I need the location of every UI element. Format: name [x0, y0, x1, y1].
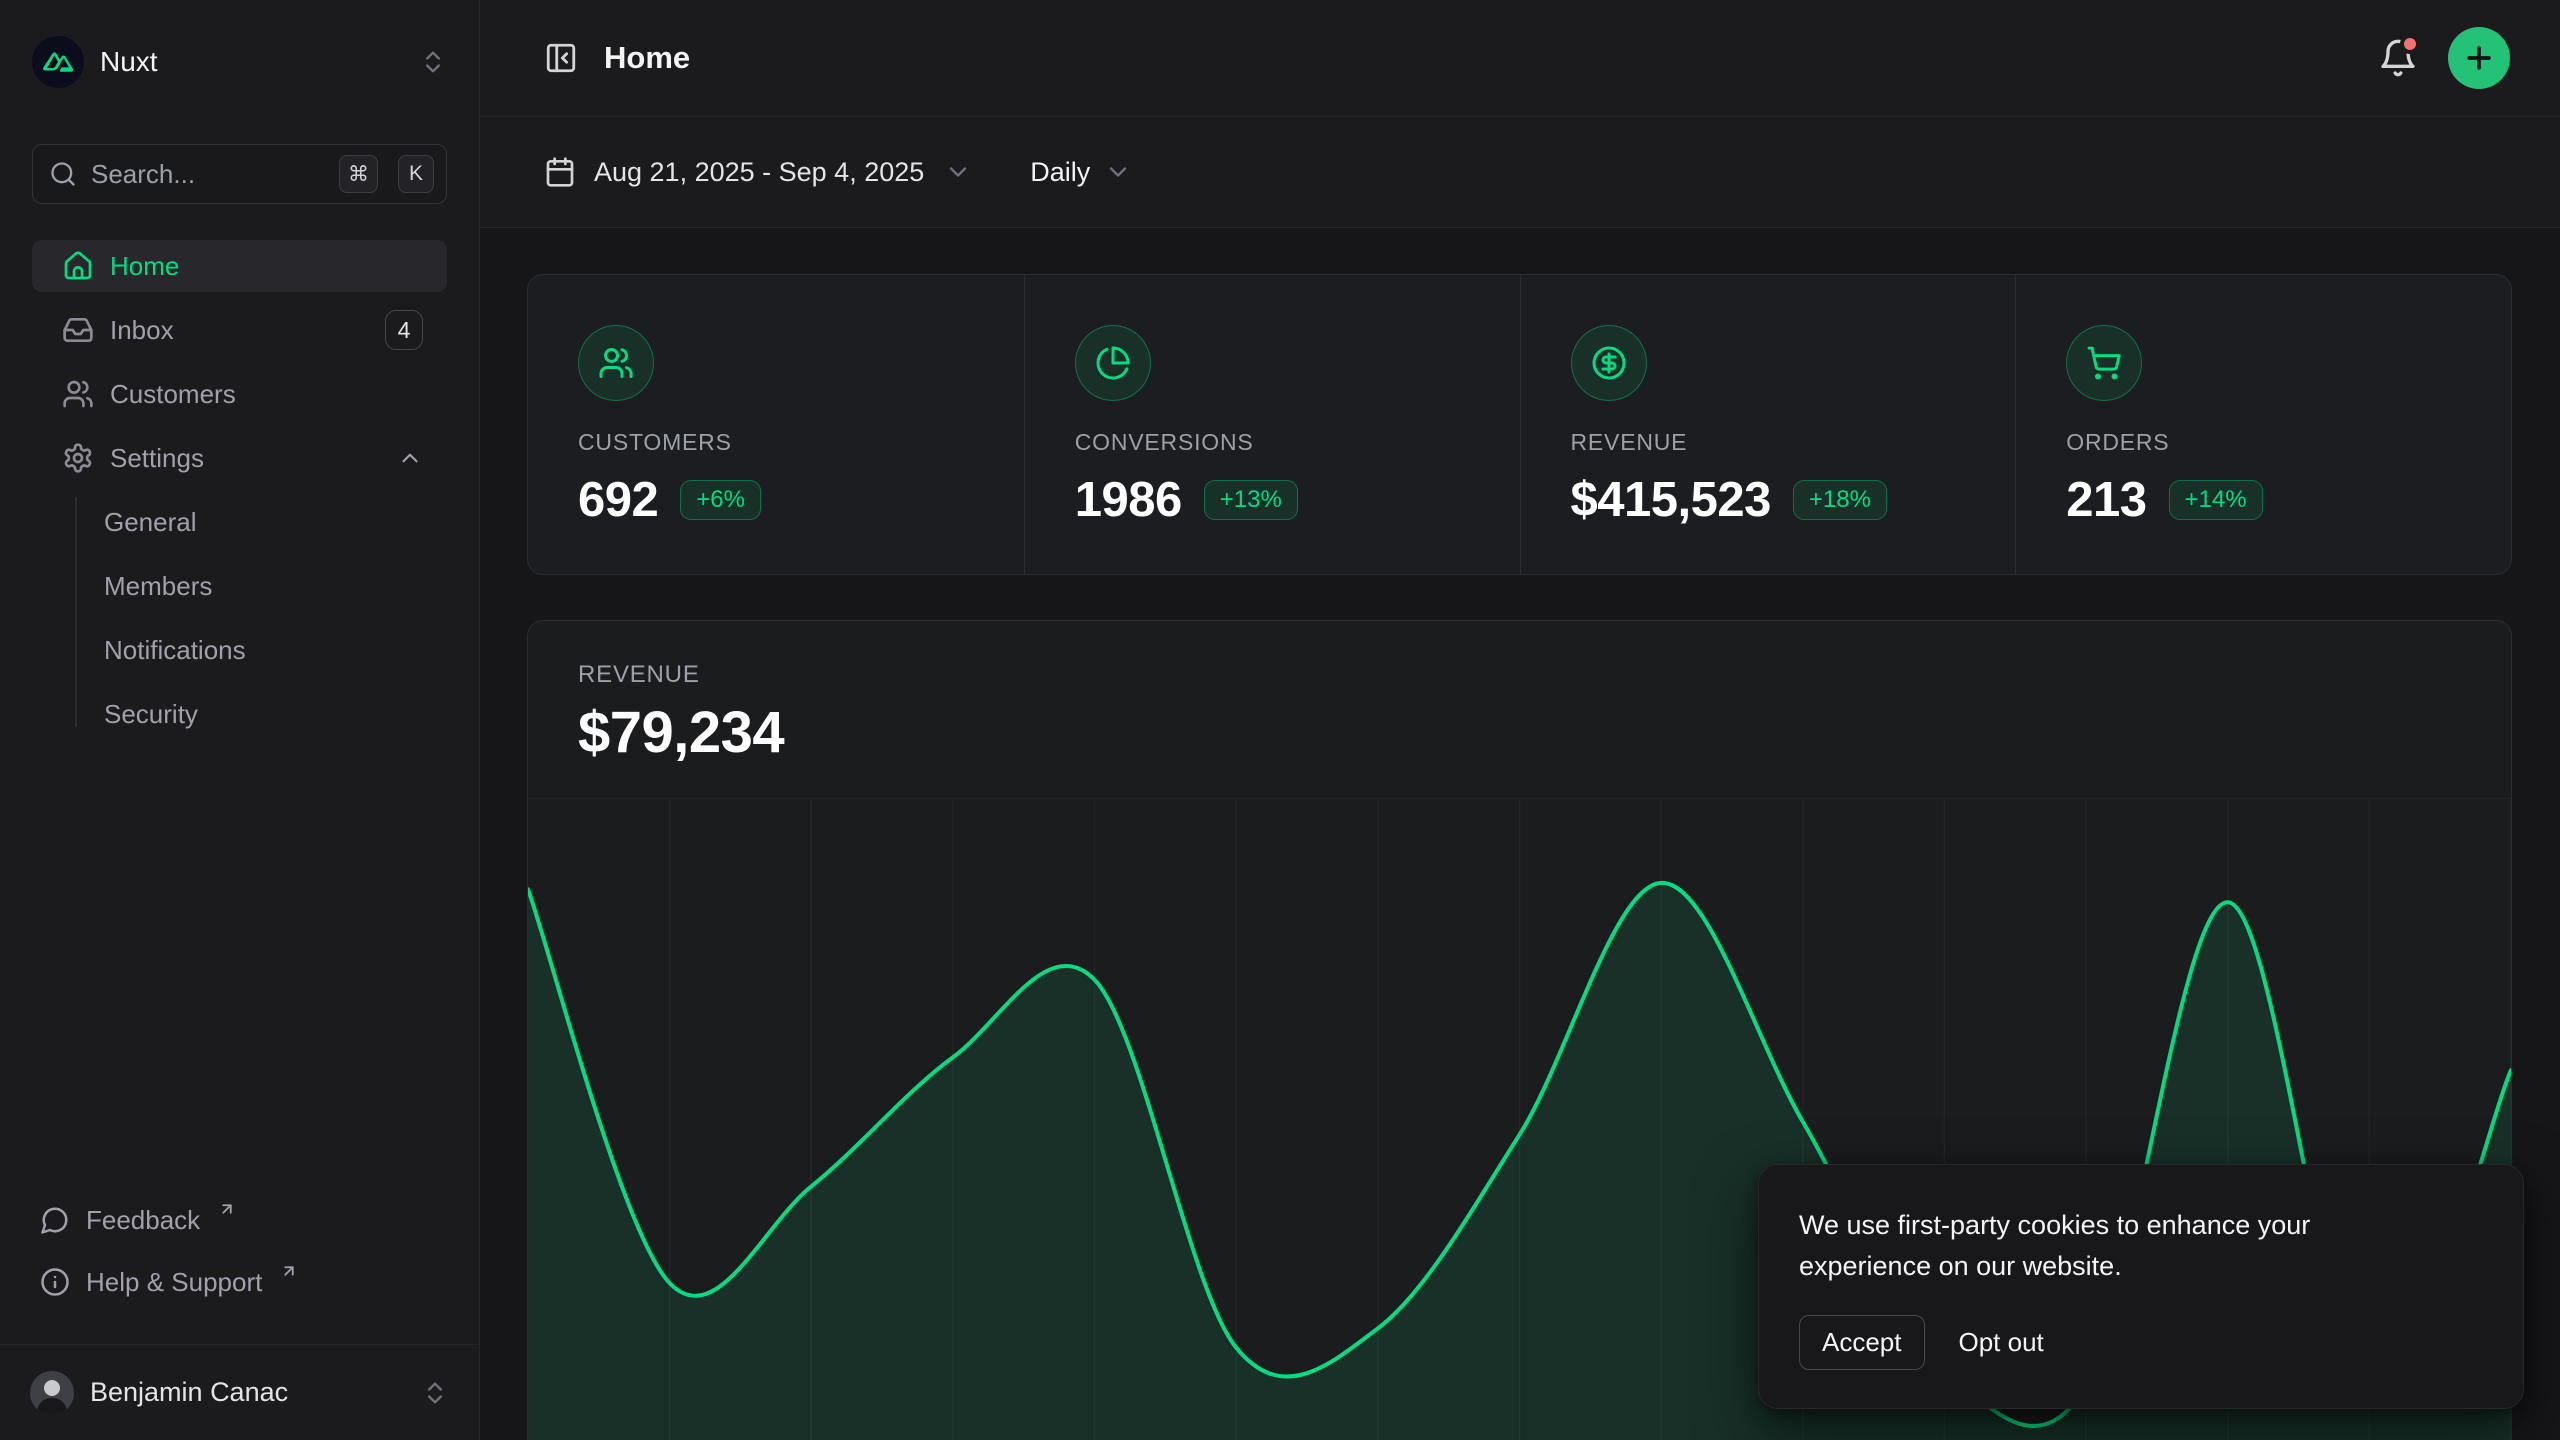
- sidebar-item-label: Home: [110, 251, 179, 282]
- sidebar-item-label: Inbox: [110, 315, 174, 346]
- cookie-message: We use first-party cookies to enhance yo…: [1799, 1205, 2419, 1287]
- stat-label: ORDERS: [2066, 429, 2461, 456]
- nuxt-logo-icon: [32, 36, 84, 88]
- chevrons-up-down-icon: [419, 48, 447, 76]
- stat-value: 1986: [1075, 472, 1182, 528]
- chevron-up-icon: [397, 445, 423, 471]
- feedback-link[interactable]: Feedback: [32, 1194, 447, 1246]
- help-support-link[interactable]: Help & Support: [32, 1256, 447, 1308]
- sidebar-subitem-label: Members: [104, 571, 212, 602]
- page-title: Home: [604, 40, 690, 76]
- team-name: Nuxt: [100, 46, 158, 78]
- stat-delta-badge: +14%: [2169, 480, 2263, 520]
- calendar-icon: [544, 156, 576, 188]
- search-icon: [49, 160, 77, 188]
- dollar-circle-icon: [1571, 325, 1647, 401]
- shopping-cart-icon: [2066, 325, 2142, 401]
- stat-value: 692: [578, 472, 658, 528]
- sidebar-subitem-label: Security: [104, 699, 198, 730]
- stat-value: $415,523: [1571, 472, 1771, 528]
- stats-card: CUSTOMERS 692 +6% CONVERSIONS 1986 +13%: [527, 274, 2512, 575]
- topbar: Home: [480, 0, 2560, 117]
- revenue-chart-header: REVENUE $79,234: [528, 621, 2511, 766]
- info-icon: [40, 1267, 70, 1297]
- stat-value: 213: [2066, 472, 2146, 528]
- help-support-label: Help & Support: [86, 1267, 262, 1298]
- stat-delta-badge: +18%: [1793, 480, 1887, 520]
- search-placeholder: Search...: [91, 159, 325, 190]
- add-button[interactable]: [2448, 27, 2510, 89]
- opt-out-button[interactable]: Opt out: [1959, 1327, 2044, 1358]
- user-menu[interactable]: Benjamin Canac: [0, 1344, 479, 1440]
- topbar-actions: [2378, 27, 2510, 89]
- sidebar-item-members[interactable]: Members: [32, 560, 447, 612]
- date-range-picker[interactable]: Aug 21, 2025 - Sep 4, 2025: [544, 156, 972, 188]
- stat-label: REVENUE: [1571, 429, 1966, 456]
- pie-chart-icon: [1075, 325, 1151, 401]
- dashboard-app: Nuxt Search... ⌘ K Home: [0, 0, 2560, 1440]
- sidebar: Nuxt Search... ⌘ K Home: [0, 0, 480, 1440]
- stat-orders[interactable]: ORDERS 213 +14%: [2015, 275, 2511, 574]
- user-name: Benjamin Canac: [90, 1377, 288, 1408]
- revenue-chart-value: $79,234: [578, 699, 2461, 766]
- cookie-banner: We use first-party cookies to enhance yo…: [1758, 1164, 2524, 1409]
- revenue-chart-label: REVENUE: [578, 661, 2461, 689]
- sidebar-item-customers[interactable]: Customers: [32, 368, 447, 420]
- sidebar-item-inbox[interactable]: Inbox 4: [32, 304, 447, 356]
- stat-delta-badge: +6%: [680, 480, 761, 520]
- sidebar-item-label: Settings: [110, 443, 204, 474]
- sidebar-item-general[interactable]: General: [32, 496, 447, 548]
- users-icon: [62, 378, 94, 410]
- sidebar-subitem-label: General: [104, 507, 197, 538]
- inbox-count-badge: 4: [385, 310, 423, 350]
- stat-conversions[interactable]: CONVERSIONS 1986 +13%: [1024, 275, 1520, 574]
- sidebar-item-security[interactable]: Security: [32, 688, 447, 740]
- chevron-down-icon: [1104, 158, 1132, 186]
- sidebar-nav: Home Inbox 4 Customers Settings: [32, 240, 447, 752]
- stat-label: CONVERSIONS: [1075, 429, 1470, 456]
- sidebar-item-notifications[interactable]: Notifications: [32, 624, 447, 676]
- feedback-label: Feedback: [86, 1205, 200, 1236]
- sidebar-subitem-label: Notifications: [104, 635, 246, 666]
- house-icon: [62, 250, 94, 282]
- unread-dot: [2400, 34, 2420, 54]
- search-input[interactable]: Search... ⌘ K: [32, 144, 447, 204]
- cookie-actions: Accept Opt out: [1799, 1315, 2483, 1370]
- sidebar-item-label: Customers: [110, 379, 236, 410]
- notifications-button[interactable]: [2378, 38, 2418, 78]
- stat-label: CUSTOMERS: [578, 429, 974, 456]
- sidebar-item-settings[interactable]: Settings: [32, 432, 447, 484]
- kbd-meta: ⌘: [339, 155, 378, 193]
- collapse-sidebar-button[interactable]: [544, 41, 578, 75]
- sidebar-footer: Feedback Help & Support: [32, 1194, 447, 1344]
- message-circle-icon: [40, 1205, 70, 1235]
- inbox-icon: [62, 314, 94, 346]
- stat-delta-badge: +13%: [1204, 480, 1298, 520]
- external-link-icon: [280, 1262, 298, 1280]
- sidebar-item-home[interactable]: Home: [32, 240, 447, 292]
- users-icon: [578, 325, 654, 401]
- accept-button[interactable]: Accept: [1799, 1315, 1925, 1370]
- period-select[interactable]: Daily: [1030, 157, 1132, 188]
- filter-toolbar: Aug 21, 2025 - Sep 4, 2025 Daily: [480, 117, 2560, 228]
- external-link-icon: [218, 1200, 236, 1218]
- kbd-k: K: [398, 155, 434, 193]
- settings-subnav: General Members Notifications Security: [32, 496, 447, 740]
- stat-revenue[interactable]: REVENUE $415,523 +18%: [1520, 275, 2016, 574]
- chevrons-up-down-icon: [421, 1379, 449, 1407]
- date-range-value: Aug 21, 2025 - Sep 4, 2025: [594, 157, 924, 188]
- gear-icon: [62, 442, 94, 474]
- avatar: [30, 1371, 74, 1415]
- period-value: Daily: [1030, 157, 1090, 188]
- team-switcher[interactable]: Nuxt: [32, 36, 447, 88]
- plus-icon: [2462, 41, 2496, 75]
- chevron-down-icon: [944, 158, 972, 186]
- stat-customers[interactable]: CUSTOMERS 692 +6%: [528, 275, 1024, 574]
